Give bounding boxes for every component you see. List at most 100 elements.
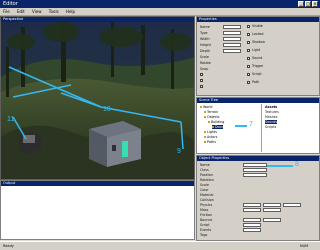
field-label: Physics	[200, 203, 213, 207]
scene-tree-panel: Scene Tree World Terrain Objects Buildin…	[196, 97, 320, 154]
field-label: Events	[200, 228, 212, 232]
field-label: Name	[200, 163, 210, 167]
prop-label: Scale	[200, 55, 209, 59]
folder-icon	[208, 121, 210, 123]
tree-node[interactable]: World	[200, 105, 212, 109]
checkbox[interactable]	[200, 79, 203, 82]
field-input[interactable]	[243, 173, 267, 177]
field-input[interactable]	[243, 203, 261, 207]
callout-line	[235, 125, 247, 127]
check-label: Script	[252, 72, 262, 76]
output-title: Output	[1, 181, 194, 186]
checkbox[interactable]	[247, 49, 250, 52]
building[interactable]	[89, 121, 141, 167]
menu-help[interactable]: Help	[63, 8, 78, 15]
menu-file[interactable]: File	[0, 8, 13, 15]
status-indicator: NUM	[300, 244, 309, 248]
field-label: Script	[200, 223, 210, 227]
field-input[interactable]	[243, 223, 261, 227]
field-input[interactable]	[263, 218, 281, 222]
menu-edit[interactable]: Edit	[14, 8, 28, 15]
3d-viewport[interactable]: Perspective 10 11 9	[0, 16, 195, 180]
checkbox[interactable]	[247, 57, 250, 60]
field-label: Color	[200, 188, 209, 192]
properties-title: Properties	[197, 17, 319, 22]
prop-label: Type	[200, 31, 208, 35]
check-label: Shadow	[252, 40, 266, 44]
checkbox[interactable]	[247, 73, 250, 76]
callout-9: 9	[177, 148, 181, 155]
field-label: Collision	[200, 198, 214, 202]
field-input[interactable]	[263, 203, 281, 207]
check-label: Locked	[252, 32, 264, 36]
field-input[interactable]	[243, 208, 261, 212]
checkbox[interactable]	[200, 85, 203, 88]
minimize-button[interactable]: _	[298, 1, 304, 7]
folder-icon	[204, 141, 206, 143]
field-input[interactable]	[243, 218, 261, 222]
output-panel: Output	[0, 180, 195, 240]
folder-icon	[204, 131, 206, 133]
field-input[interactable]	[243, 168, 267, 172]
prop-field[interactable]	[223, 31, 241, 35]
asset-item[interactable]: Textures	[265, 110, 279, 114]
field-label: Bounce	[200, 218, 213, 222]
tree-node[interactable]: Lights	[204, 130, 217, 134]
menu-tools[interactable]: Tools	[46, 8, 62, 15]
folder-icon	[204, 111, 206, 113]
checkbox[interactable]	[247, 65, 250, 68]
tree-node[interactable]: Actors	[204, 135, 217, 139]
prop-label: Rotate	[200, 61, 211, 65]
maximize-button[interactable]: □	[305, 1, 311, 7]
check-label: Path	[252, 80, 260, 84]
scene-tree-title: Scene Tree	[197, 98, 319, 103]
prop-field[interactable]	[223, 25, 241, 29]
checkbox[interactable]	[247, 41, 250, 44]
field-label: Friction	[200, 213, 213, 217]
callout-7: 7	[249, 121, 253, 128]
tree-node[interactable]: Objects	[204, 115, 219, 119]
prop-field[interactable]	[223, 37, 241, 41]
field-label: Rotation	[200, 178, 214, 182]
assets-list: Assets Textures Meshes Sounds Scripts	[261, 104, 320, 152]
prop-label: Height	[200, 43, 211, 47]
check-label: Sound	[252, 56, 263, 60]
checkbox[interactable]	[247, 33, 250, 36]
check-label: Light	[252, 48, 261, 52]
folder-icon	[204, 136, 206, 138]
menu-bar: File Edit View Tools Help	[0, 8, 320, 16]
menu-view[interactable]: View	[29, 8, 45, 15]
field-input[interactable]	[263, 208, 281, 212]
object-properties-panel: Object Properties 8 Name Class Position …	[196, 155, 320, 241]
prop-label: Name	[200, 25, 210, 29]
status-text: Ready	[3, 244, 14, 248]
checkbox[interactable]	[200, 73, 203, 76]
scene-canvas[interactable]: 10 11 9	[1, 17, 195, 180]
prop-field[interactable]	[223, 43, 241, 47]
field-label: Class	[200, 168, 209, 172]
asset-item-selected[interactable]: Sounds	[265, 120, 278, 124]
asset-item[interactable]: Meshes	[265, 115, 277, 119]
callout-10: 10	[103, 106, 111, 113]
tree-node[interactable]: Terrain	[204, 110, 218, 114]
field-label: Scale	[200, 183, 209, 187]
prop-label: Width	[200, 37, 210, 41]
field-input[interactable]	[243, 163, 267, 167]
status-bar: Ready NUM	[0, 241, 320, 250]
assets-title: Assets	[265, 105, 278, 109]
checkbox[interactable]	[247, 25, 250, 28]
checkbox[interactable]	[247, 81, 250, 84]
field-input[interactable]	[283, 203, 301, 207]
title-bar: Editor _ □ ×	[0, 0, 320, 8]
tree-node[interactable]: Building	[208, 120, 224, 124]
tree-node[interactable]: Paths	[204, 140, 216, 144]
asset-item[interactable]: Scripts	[265, 125, 276, 129]
field-label: Mass	[200, 208, 209, 212]
field-label: Position	[200, 173, 213, 177]
window-title: Editor	[3, 1, 18, 7]
object-properties-title: Object Properties	[197, 156, 319, 161]
prop-field[interactable]	[223, 49, 241, 53]
tree-node-selected[interactable]: Door	[212, 125, 223, 129]
close-button[interactable]: ×	[312, 1, 318, 7]
field-input[interactable]	[243, 228, 261, 232]
